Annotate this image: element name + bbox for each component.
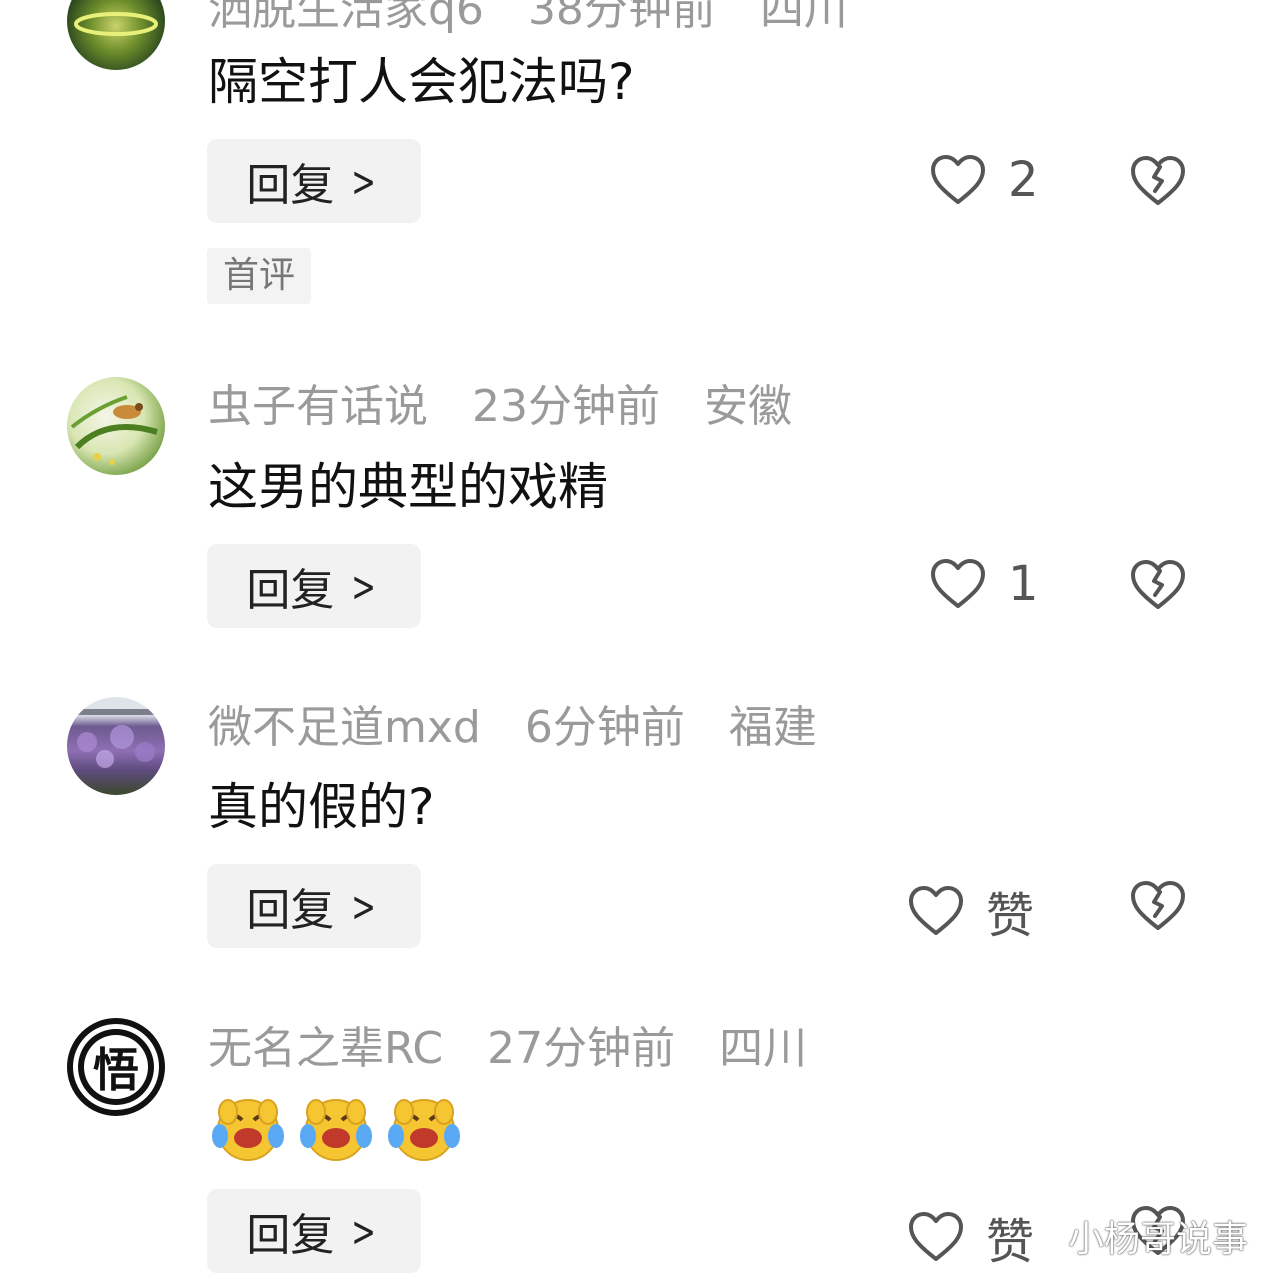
comment-meta: 无名之辈RC 27分钟前 四川 [208, 1027, 837, 1071]
comment-text: 这男的典型的戏精 [208, 458, 608, 516]
avatar-image [70, 395, 158, 465]
reply-button[interactable]: 回复 > [207, 1189, 421, 1273]
watermark: 小杨哥说事 [1068, 1219, 1249, 1260]
heart-icon [909, 1212, 963, 1261]
dislike-button[interactable] [1130, 155, 1186, 211]
location: 安徽 [704, 381, 792, 432]
heart-icon [931, 155, 985, 204]
location: 四川 [759, 0, 848, 35]
like-label: 赞 [986, 1214, 1035, 1270]
like-count: 1 [1008, 556, 1039, 612]
avatar-image [67, 709, 165, 768]
avatar-text-disc: 悟 [84, 1035, 148, 1099]
reply-button[interactable]: 回复 > [207, 544, 421, 628]
comment-meta: 洒脱生活家q6 38分钟前 四川 [208, 0, 878, 32]
avatar-image [74, 12, 158, 36]
comment-meta: 微不足道mxd 6分钟前 福建 [208, 706, 847, 750]
reply-label: 回复 [246, 565, 335, 616]
reply-label: 回复 [246, 1210, 335, 1261]
chevron-right-icon: > [351, 881, 377, 931]
broken-heart-icon [1131, 560, 1185, 609]
first-comment-badge: 首评 [207, 248, 312, 304]
dislike-button[interactable] [1130, 880, 1186, 936]
timestamp: 38分钟前 [527, 0, 716, 35]
location: 四川 [719, 1023, 808, 1074]
chevron-right-icon: > [351, 1206, 377, 1256]
heart-icon [931, 559, 985, 608]
comment-meta: 虫子有话说 23分钟前 安徽 [208, 385, 822, 429]
heart-icon [909, 886, 963, 935]
emoji-row [208, 1092, 464, 1162]
broken-heart-icon [1131, 881, 1185, 930]
comment-text: 隔空打人会犯法吗? [208, 53, 635, 111]
username[interactable]: 虫子有话说 [208, 381, 428, 432]
chevron-right-icon: > [351, 156, 377, 206]
location: 福建 [728, 702, 817, 753]
comment-text: 真的假的? [208, 778, 435, 836]
timestamp: 27分钟前 [487, 1023, 676, 1074]
reply-label: 回复 [246, 160, 335, 211]
like-button[interactable]: 2 [930, 152, 1039, 208]
avatar[interactable] [67, 377, 165, 475]
avatar[interactable] [67, 0, 165, 70]
avatar-inner: 悟 [78, 1029, 154, 1105]
like-button[interactable]: 赞 [908, 876, 1034, 946]
like-label: 赞 [986, 888, 1035, 944]
username[interactable]: 无名之辈RC [208, 1023, 443, 1074]
broken-heart-icon [1131, 156, 1185, 205]
timestamp: 6分钟前 [524, 702, 685, 753]
timestamp: 23分钟前 [472, 381, 660, 432]
like-button[interactable]: 赞 [908, 1202, 1034, 1272]
like-count: 2 [1008, 152, 1039, 208]
reply-label: 回复 [246, 885, 335, 936]
avatar[interactable]: 悟 [67, 1018, 165, 1116]
laughing-crying-emoji-icon [300, 1099, 372, 1161]
reply-button[interactable]: 回复 > [207, 139, 421, 223]
avatar[interactable] [67, 697, 165, 795]
reply-button[interactable]: 回复 > [207, 864, 421, 948]
chevron-right-icon: > [351, 561, 377, 611]
username[interactable]: 微不足道mxd [208, 702, 481, 753]
like-button[interactable]: 1 [930, 556, 1039, 612]
avatar-character: 悟 [93, 1043, 139, 1097]
laughing-crying-emoji-icon [212, 1099, 284, 1161]
dislike-button[interactable] [1130, 559, 1186, 615]
username[interactable]: 洒脱生活家q6 [208, 0, 484, 35]
laughing-crying-emoji-icon [388, 1099, 460, 1161]
